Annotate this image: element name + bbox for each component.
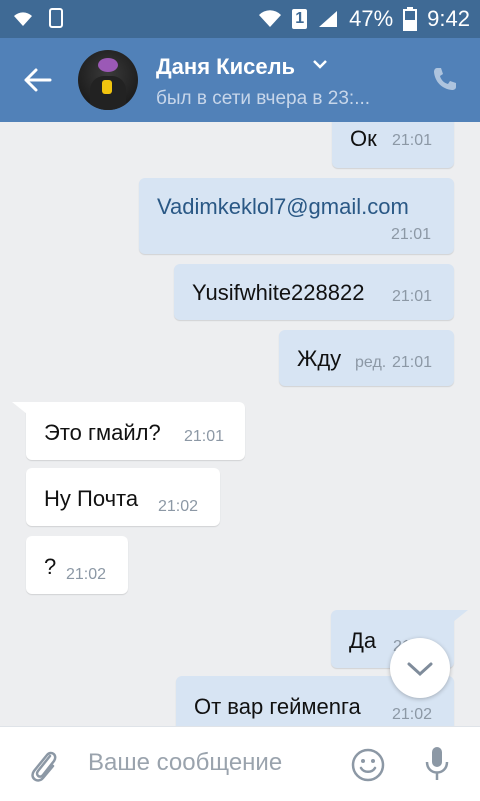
message-bubble-outgoing[interactable]: Vadimkeklol7@gmail.com 21:01 xyxy=(139,178,454,254)
cell-signal-icon xyxy=(319,11,338,27)
emoji-icon[interactable] xyxy=(350,747,386,783)
message-bubble-incoming[interactable]: ? 21:02 xyxy=(26,536,128,594)
chevron-down-icon[interactable] xyxy=(312,58,328,70)
message-time: 21:02 xyxy=(66,566,107,583)
chevron-down-icon xyxy=(407,662,433,677)
message-bubble-incoming[interactable]: Ну Почта 21:02 xyxy=(26,468,220,526)
message-text: Ок xyxy=(350,126,377,151)
message-text: От вар геймеnга xyxy=(194,694,361,719)
compose-bar: Ваше сообщение xyxy=(0,726,480,801)
edited-label: ред. xyxy=(355,354,387,371)
chat-header: Даня Кисель был в сети вчера в 23:... xyxy=(0,38,480,122)
message-time: 21:02 xyxy=(158,498,199,515)
message-time: 21:01 xyxy=(184,428,225,445)
message-list[interactable]: Ок 21:01 Vadimkeklol7@gmail.com 21:01 Yu… xyxy=(0,122,480,726)
clock: 9:42 xyxy=(427,6,470,31)
message-bubble-outgoing[interactable]: Жду ред. 21:01 xyxy=(279,330,454,386)
message-text: ? xyxy=(44,554,57,579)
last-seen-status: был в сети вчера в 23:... xyxy=(156,88,371,109)
battery-percent: 47% xyxy=(349,6,394,31)
scroll-to-bottom-button[interactable] xyxy=(390,638,450,698)
message-text: Это гмайл? xyxy=(44,420,161,445)
bubble-tail xyxy=(12,402,32,418)
message-text: Yusifwhite228822 xyxy=(192,280,365,305)
message-text: Жду xyxy=(297,346,342,371)
wifi-signal-icon xyxy=(259,10,282,27)
message-link[interactable]: Vadimkeklol7@gmail.com xyxy=(157,194,409,220)
message-input[interactable]: Ваше сообщение xyxy=(88,749,282,777)
sim-badge: 1 xyxy=(292,9,308,29)
battery-icon xyxy=(403,7,418,31)
message-text: Ну Почта xyxy=(44,486,139,511)
avatar[interactable] xyxy=(78,50,138,110)
wifi-icon xyxy=(14,12,32,26)
message-bubble-outgoing[interactable]: Yusifwhite228822 21:01 xyxy=(174,264,454,320)
message-time: 21:01 xyxy=(391,226,432,243)
status-bar: 1 47% 9:42 xyxy=(0,0,480,38)
message-bubble-outgoing[interactable]: Ок 21:01 xyxy=(332,122,454,168)
message-bubble-incoming[interactable]: Это гмайл? 21:01 xyxy=(26,402,245,460)
phone-call-icon[interactable] xyxy=(430,64,460,94)
microphone-icon[interactable] xyxy=(424,745,450,783)
message-time: 21:01 xyxy=(392,354,433,371)
attach-icon[interactable] xyxy=(26,747,60,783)
message-text: Да xyxy=(349,628,377,653)
phone-notification-icon xyxy=(49,8,63,28)
message-time: 21:02 xyxy=(392,706,433,723)
contact-name[interactable]: Даня Кисель xyxy=(156,54,295,80)
back-arrow-icon[interactable] xyxy=(18,60,58,100)
message-time: 21:01 xyxy=(392,132,433,149)
bubble-tail xyxy=(448,610,468,626)
message-time: 21:01 xyxy=(392,288,433,305)
avatar-emoji xyxy=(98,58,118,72)
